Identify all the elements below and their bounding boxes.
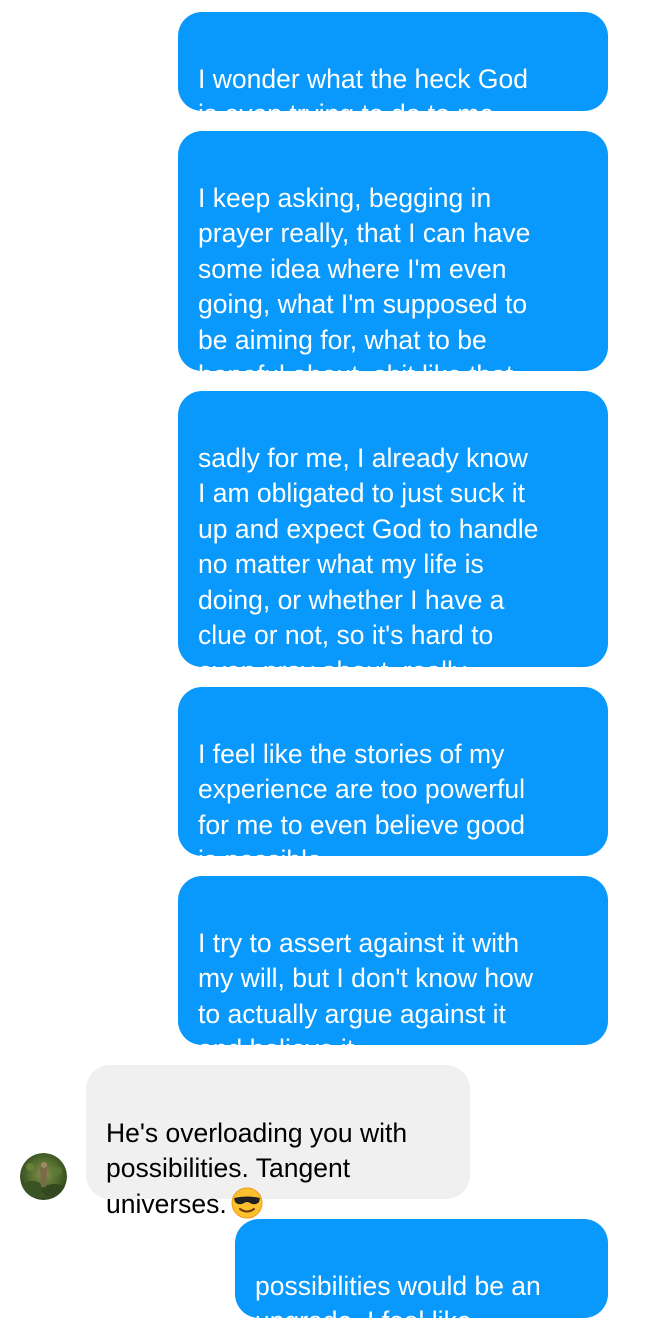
message-text: sadly for me, I already know I am obliga…: [198, 442, 539, 686]
sent-message-bubble[interactable]: I wonder what the heck God is even tryin…: [178, 12, 608, 129]
contact-avatar[interactable]: [20, 1153, 67, 1200]
message-thread: I wonder what the heck God is even tryin…: [0, 0, 648, 1336]
sent-message-bubble[interactable]: I try to assert against it with my will,…: [178, 876, 608, 1064]
message-text: I try to assert against it with my will,…: [198, 927, 533, 1065]
sent-message-bubble[interactable]: I feel like the stories of my experience…: [178, 687, 608, 875]
message-text: possibilities would be an upgrade, I fee…: [255, 1270, 541, 1337]
avatar-photo-icon: [20, 1153, 67, 1200]
message-text: I keep asking, begging in prayer really,…: [198, 182, 531, 391]
sent-message-bubble[interactable]: possibilities would be an upgrade, I fee…: [235, 1219, 608, 1336]
message-text: I feel like the stories of my experience…: [198, 738, 526, 876]
sent-message-bubble[interactable]: I keep asking, begging in prayer really,…: [178, 131, 608, 390]
sent-message-bubble[interactable]: sadly for me, I already know I am obliga…: [178, 391, 608, 686]
message-text: I wonder what the heck God is even tryin…: [198, 63, 528, 130]
received-message-bubble[interactable]: He's overloading you with possibilities.…: [86, 1065, 470, 1219]
